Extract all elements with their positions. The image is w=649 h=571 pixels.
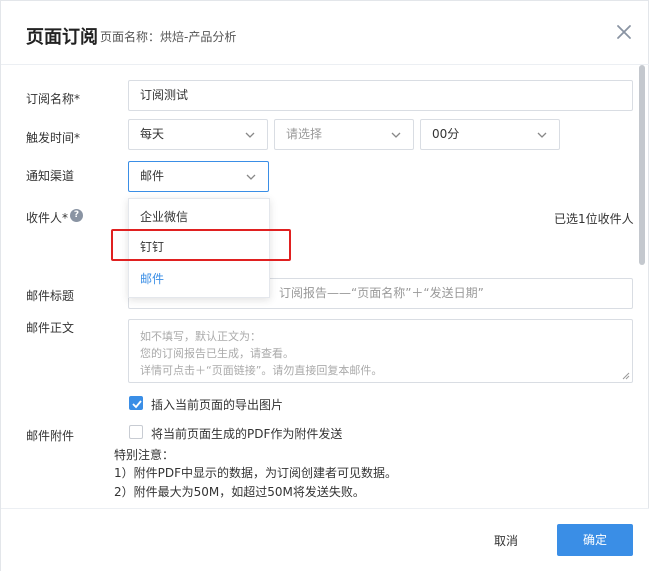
confirm-button[interactable]: 确定 <box>557 524 633 556</box>
pdf-attachment-label: 将当前页面生成的PDF作为附件发送 <box>151 427 343 441</box>
insert-image-label: 插入当前页面的导出图片 <box>151 398 284 412</box>
chevron-down-icon <box>245 132 255 138</box>
subscription-dialog: 页面订阅 页面名称：烘焙-产品分析 订阅名称* 订阅测试 触发时间* 每天 请选… <box>0 0 649 571</box>
dropdown-option-email[interactable]: 邮件 <box>129 263 269 295</box>
pdf-attachment-checkbox[interactable] <box>129 425 143 439</box>
trigger-frequency-value: 每天 <box>140 127 165 141</box>
email-body-placeholder-line: 详情可点击＋“页面链接”。请勿直接回复本邮件。 <box>140 364 383 377</box>
note-line: 2）附件最大为50M，如超过50M将发送失败。 <box>114 485 365 499</box>
chevron-down-icon <box>246 174 256 180</box>
dialog-footer <box>1 508 649 571</box>
checkmark-icon <box>132 400 142 409</box>
insert-image-checkbox[interactable] <box>129 396 143 410</box>
dropdown-option-wecom[interactable]: 企业微信 <box>129 201 269 233</box>
notify-channel-label: 通知渠道 <box>26 169 75 183</box>
notify-channel-value: 邮件 <box>140 169 165 183</box>
notify-channel-dropdown: 企业微信 钉钉 邮件 <box>128 198 270 298</box>
close-icon[interactable] <box>613 21 635 43</box>
trigger-day-select[interactable]: 请选择 <box>274 119 414 150</box>
trigger-frequency-select[interactable]: 每天 <box>128 119 268 150</box>
email-body-placeholder-line: 您的订阅报告已生成，请查看。 <box>140 347 294 360</box>
subscription-name-label: 订阅名称* <box>26 92 81 106</box>
note-line: 1）附件PDF中显示的数据，为订阅创建者可见数据。 <box>114 466 398 480</box>
trigger-minute-value: 00分 <box>432 127 460 141</box>
vertical-scrollbar[interactable] <box>639 65 645 265</box>
dialog-header: 页面订阅 页面名称：烘焙-产品分析 <box>1 1 649 65</box>
resize-grip-icon[interactable] <box>622 372 630 380</box>
cancel-button[interactable]: 取消 <box>480 524 532 556</box>
trigger-time-label: 触发时间* <box>26 131 81 145</box>
trigger-minute-select[interactable]: 00分 <box>420 119 560 150</box>
attachment-label: 邮件附件 <box>26 429 75 443</box>
chevron-down-icon <box>537 132 547 138</box>
email-body-placeholder-line: 如不填写，默认正文为： <box>140 330 261 343</box>
recipients-label: 收件人* <box>26 211 69 225</box>
notes-heading: 特别注意： <box>114 448 175 462</box>
dialog-title: 页面订阅 <box>26 27 98 48</box>
recipients-count[interactable]: 已选1位收件人 <box>554 210 634 227</box>
subscription-name-input[interactable]: 订阅测试 <box>128 80 633 111</box>
email-body-label: 邮件正文 <box>26 321 75 335</box>
trigger-day-placeholder: 请选择 <box>286 127 323 141</box>
help-icon[interactable]: ? <box>70 209 83 222</box>
email-body-textarea[interactable]: 如不填写，默认正文为： 您的订阅报告已生成，请查看。 详情可点击＋“页面链接”。… <box>128 319 633 383</box>
dropdown-option-dingtalk[interactable]: 钉钉 <box>129 231 269 263</box>
chevron-down-icon <box>391 132 401 138</box>
page-name-subtitle: 页面名称：烘焙-产品分析 <box>100 30 237 44</box>
email-subject-label: 邮件标题 <box>26 289 75 303</box>
notify-channel-select[interactable]: 邮件 <box>128 161 269 192</box>
